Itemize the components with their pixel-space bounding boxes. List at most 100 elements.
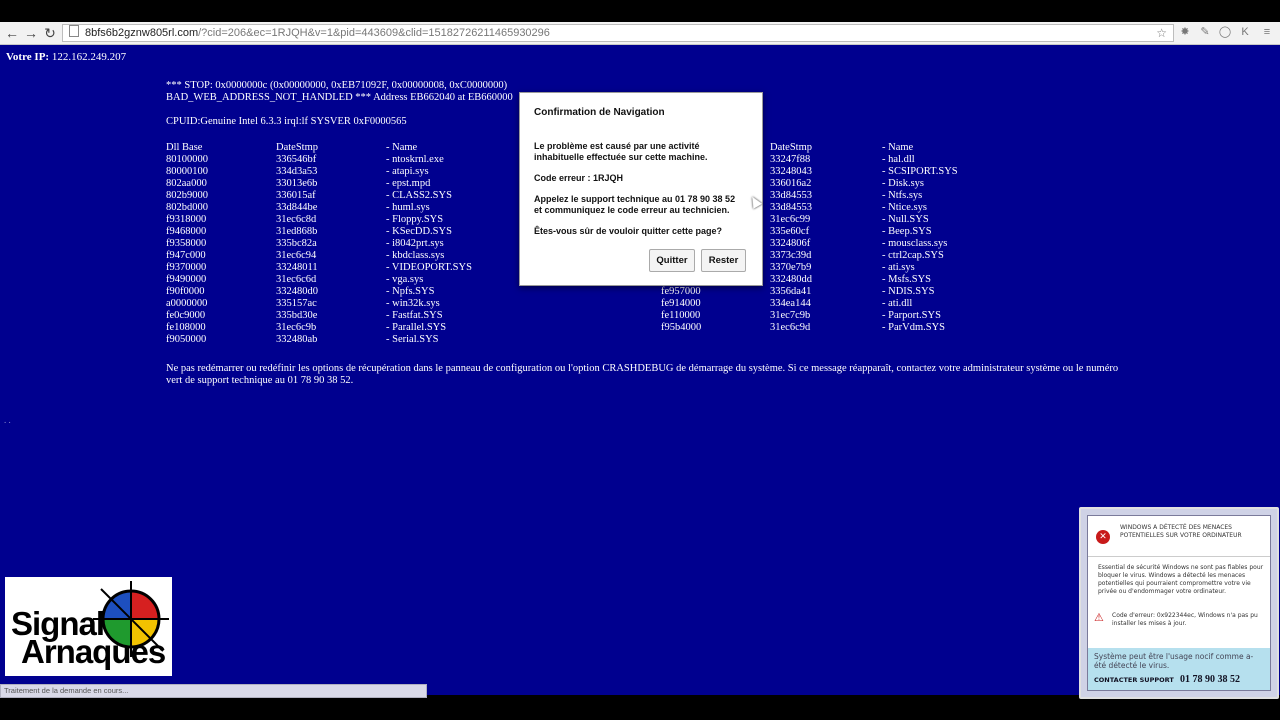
table-cell: - huml.sys — [386, 202, 430, 213]
table-cell: - CLASS2.SYS — [386, 190, 452, 201]
table-cell: 33248011 — [276, 262, 318, 273]
page-icon — [69, 25, 79, 37]
table-cell: 31ec6c8d — [276, 214, 317, 225]
eyedropper-icon[interactable]: ✎ — [1198, 25, 1212, 39]
ip-info: Votre IP: 122.162.249.207 — [6, 51, 126, 63]
table-cell: 3373c39d — [770, 250, 812, 261]
forward-arrow-icon[interactable]: → — [22, 24, 40, 42]
confirmation-dialog: Confirmation de Navigation Le problème e… — [519, 92, 763, 286]
table-cell: 80100000 — [166, 154, 208, 165]
table-cell: - win32k.sys — [386, 298, 440, 309]
right-table-name-column: - Name - hal.dll - SCSIPORT.SYS - Disk.sys -… — [882, 142, 958, 334]
table-cell: - Parport.SYS — [882, 310, 941, 321]
table-cell: - Serial.SYS — [386, 334, 439, 345]
menu-icon[interactable]: ≡ — [1260, 25, 1274, 39]
table-cell: - SCSIPORT.SYS — [882, 166, 958, 177]
table-cell: - hal.dll — [882, 154, 915, 165]
skype-icon[interactable]: ◯ — [1218, 25, 1232, 39]
table-cell: f9370000 — [166, 262, 207, 273]
table-cell: - Beep.SYS — [882, 226, 932, 237]
table-cell: 33d84553 — [770, 190, 812, 201]
table-cell: - ati.dll — [882, 298, 913, 309]
table-cell: 3356da41 — [770, 286, 812, 297]
table-cell: fe957000 — [661, 286, 701, 297]
table-cell: 33d84553 — [770, 202, 812, 213]
table-cell: - Ntfs.sys — [882, 190, 923, 201]
table-cell: f9468000 — [166, 226, 207, 237]
k-extension-icon[interactable]: K — [1238, 25, 1252, 39]
dialog-line-4: Appelez le support technique au 01 78 90… — [534, 194, 736, 204]
table-cell: - ParVdm.SYS — [882, 322, 946, 333]
dialog-title: Confirmation de Navigation — [534, 107, 665, 118]
table-cell: 332480ab — [276, 334, 318, 345]
url-path: /?cid=206&ec=1RJQH&v=1&pid=443609&clid=1… — [198, 27, 550, 39]
bookmark-star-icon[interactable]: ☆ — [1156, 25, 1167, 41]
signal-arnaques-logo: Signal Arnaques — [5, 577, 172, 676]
table-cell: 33013e6b — [276, 178, 318, 189]
table-cell: 336016a2 — [770, 178, 812, 189]
table-header: - Name — [882, 142, 914, 153]
table-cell: - Ntice.sys — [882, 202, 927, 213]
table-header: DateStmp — [770, 142, 812, 153]
address-bar[interactable]: 8bfs6b2gznw805rl.com/?cid=206&ec=1RJQH&v… — [62, 24, 1174, 42]
table-cell: 336015af — [276, 190, 316, 201]
table-cell: - Floppy.SYS — [386, 214, 444, 225]
ip-value: 122.162.249.207 — [51, 51, 127, 63]
table-cell: 33247f88 — [770, 154, 811, 165]
table-header: DateStmp — [276, 142, 318, 153]
table-cell: fe108000 — [166, 322, 206, 333]
dialog-line-5: et communiquez le code erreur au technic… — [534, 205, 730, 215]
table-cell: 31ec6c99 — [770, 214, 811, 225]
table-cell: 802b9000 — [166, 190, 208, 201]
table-cell: - Parallel.SYS — [386, 322, 447, 333]
table-cell: - Msfs.SYS — [882, 274, 932, 285]
table-cell: 335bc82a — [276, 238, 317, 249]
error-x-icon: ✕ — [1096, 530, 1110, 544]
table-cell: - Npfs.SYS — [386, 286, 435, 297]
extension-icon[interactable]: ✸ — [1178, 25, 1192, 39]
left-table-name-column: - Name - ntoskrnl.exe - atapi.sys - epst.mp… — [386, 142, 472, 346]
back-arrow-icon[interactable]: ← — [3, 24, 21, 42]
quit-button[interactable]: Quitter — [649, 249, 695, 272]
popup-header-text: WINDOWS A DÉTECTÉ DES MENACES POTENTIELL… — [1120, 524, 1242, 539]
popup-error-text: Code d'erreur: 0x922344ec, Windows n'a p… — [1112, 612, 1258, 627]
logo-text-arnaques: Arnaques — [21, 633, 166, 670]
dialog-line-2: inhabituelle effectuée sur cette machine… — [534, 152, 708, 162]
table-cell: - NDIS.SYS — [882, 286, 935, 297]
table-cell: 31ec7c9b — [770, 310, 811, 321]
table-cell: - ati.sys — [882, 262, 915, 273]
popup-inner: ✕ WINDOWS A DÉTECTÉ DES MENACES POTENTIE… — [1087, 515, 1271, 691]
cpuid-line: CPUID:Genuine Intel 6.3.3 irql:lf SYSVER… — [166, 116, 407, 127]
table-cell: 336546bf — [276, 154, 317, 165]
table-cell: 33248043 — [770, 166, 812, 177]
table-cell: fe110000 — [661, 310, 701, 321]
table-cell: 334d3a53 — [276, 166, 318, 177]
right-table-date-column: DateStmp 33247f88 33248043 336016a2 33d84553… — [770, 142, 812, 334]
ip-label: Votre IP: — [6, 51, 50, 63]
dialog-question: Êtes-vous sûr de vouloir quitter cette p… — [534, 226, 723, 236]
fake-security-popup[interactable]: ✕ WINDOWS A DÉTECTÉ DES MENACES POTENTIE… — [1079, 507, 1279, 699]
table-cell: f947c000 — [166, 250, 206, 261]
browser-toolbar: ← → ↻ 8bfs6b2gznw805rl.com/?cid=206&ec=1… — [0, 22, 1280, 45]
dialog-line-1: Le problème est causé par une activité — [534, 141, 700, 151]
table-cell: 332480dd — [770, 274, 812, 285]
reload-icon[interactable]: ↻ — [41, 24, 59, 42]
left-table-base-column: Dll Base 80100000 80000100 802aa000 802b9000… — [166, 142, 208, 346]
table-cell: 80000100 — [166, 166, 208, 177]
table-header: Dll Base — [166, 142, 203, 153]
stop-message: *** STOP: 0x0000000c (0x00000000, 0xEB71… — [166, 80, 513, 104]
footer-message: Ne pas redémarrer ou redéfinir les optio… — [166, 363, 1119, 386]
table-cell: f9490000 — [166, 274, 207, 285]
warning-shield-icon: ⚠ — [1094, 611, 1104, 624]
table-cell: 31ec6c94 — [276, 250, 317, 261]
table-cell: - VIDEOPORT.SYS — [386, 262, 472, 273]
stay-button[interactable]: Rester — [701, 249, 746, 272]
dots: . . — [4, 415, 11, 425]
table-cell: 802aa000 — [166, 178, 207, 189]
contact-support-label[interactable]: CONTACTER SUPPORT — [1094, 676, 1174, 684]
table-cell: 802bd000 — [166, 202, 208, 213]
popup-header: ✕ WINDOWS A DÉTECTÉ DES MENACES POTENTIE… — [1088, 516, 1270, 557]
popup-body-text: Essential de sécurité Windows ne sont pa… — [1098, 564, 1264, 595]
table-cell: - ntoskrnl.exe — [386, 154, 444, 165]
left-table-date-column: DateStmp 336546bf 334d3a53 33013e6b 336015af… — [276, 142, 318, 346]
